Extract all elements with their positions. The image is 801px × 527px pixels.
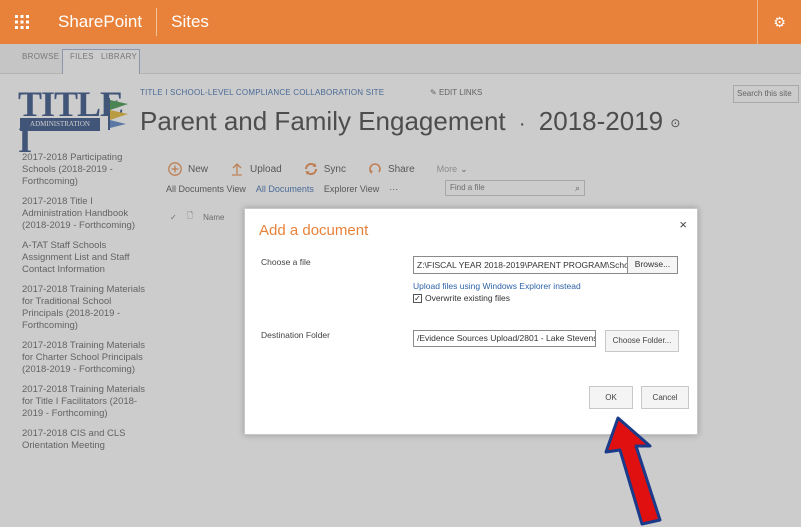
site-search-input[interactable]: Search this site <box>733 85 799 103</box>
sites-link[interactable]: Sites <box>157 12 209 32</box>
upload-button[interactable]: Upload <box>230 162 282 176</box>
nav-item[interactable]: 2017-2018 CIS and CLS Orientation Meetin… <box>22 428 147 452</box>
page-title-year: 2018-2019 <box>538 106 664 136</box>
ribbon: BROWSE FILES LIBRARY <box>0 44 801 74</box>
upload-label: Upload <box>250 163 282 175</box>
overwrite-checkbox[interactable]: ✓ <box>413 293 422 303</box>
close-icon[interactable]: × <box>679 217 687 232</box>
plus-circle-icon <box>168 162 182 176</box>
list-header: ✓ 🗋 Name <box>170 210 234 224</box>
file-path-input[interactable]: Z:\FISCAL YEAR 2018-2019\PARENT PROGRAM\… <box>414 260 627 270</box>
chevron-down-icon: ⌄ <box>460 163 468 174</box>
waffle-grid-icon <box>15 15 29 29</box>
find-file-input[interactable]: Find a file ⌕ <box>445 180 585 196</box>
annotation-arrow-icon <box>604 416 662 526</box>
new-label: New <box>188 163 209 175</box>
edit-links-label: EDIT LINKS <box>438 88 483 97</box>
site-logo[interactable]: TITLE I ADMINISTRATION <box>18 86 128 158</box>
choose-file-label: Choose a file <box>261 257 311 267</box>
document-type-icon: 🗋 <box>186 211 194 220</box>
more-label: More <box>436 164 458 174</box>
sync-icon <box>304 162 318 176</box>
view-all-documents[interactable]: All Documents <box>256 184 314 194</box>
file-chooser: Z:\FISCAL YEAR 2018-2019\PARENT PROGRAM\… <box>413 256 678 274</box>
share-icon <box>368 162 382 176</box>
name-column-header[interactable]: Name <box>203 213 224 222</box>
destination-folder-label: Destination Folder <box>261 330 330 340</box>
dialog-title: Add a document <box>259 222 369 239</box>
add-document-dialog: Add a document × Choose a file Z:\FISCAL… <box>244 208 698 435</box>
sync-label: Sync <box>323 163 346 175</box>
edit-links-button[interactable]: ✎ EDIT LINKS <box>430 88 482 97</box>
sharepoint-brand-link[interactable]: SharePoint <box>44 8 158 36</box>
browse-button[interactable]: Browse... <box>627 257 677 273</box>
search-icon[interactable]: ⌕ <box>575 181 580 195</box>
view-all-documents-view[interactable]: All Documents View <box>166 184 246 194</box>
tab-files[interactable]: FILES <box>70 52 94 61</box>
follow-icon[interactable]: ⊙ <box>670 116 680 130</box>
cancel-button[interactable]: Cancel <box>641 386 689 409</box>
tab-browse[interactable]: BROWSE <box>22 52 59 61</box>
overwrite-option[interactable]: ✓ Overwrite existing files <box>413 293 510 303</box>
nav-item[interactable]: 2017-2018 Training Materials for Title I… <box>22 384 147 420</box>
views-more-ellipsis[interactable]: ··· <box>389 184 398 194</box>
upload-arrow-icon <box>230 162 244 176</box>
nav-item[interactable]: 2017-2018 Training Materials for Charter… <box>22 340 147 376</box>
page-title-text: Parent and Family Engagement <box>140 106 506 136</box>
settings-gear-icon[interactable]: ⚙ <box>757 0 801 44</box>
new-button[interactable]: New <box>168 162 208 176</box>
choose-folder-button[interactable]: Choose Folder... <box>605 330 679 352</box>
select-all-check-icon[interactable]: ✓ <box>170 213 177 222</box>
document-toolbar: New Upload Sync Share More ⌄ <box>168 159 490 179</box>
page-title-separator: · <box>518 113 526 135</box>
nav-item[interactable]: 2017-2018 Title I Administration Handboo… <box>22 196 147 232</box>
site-title-link[interactable]: TITLE I SCHOOL-LEVEL COMPLIANCE COLLABOR… <box>140 88 384 97</box>
logo-subtitle: ADMINISTRATION <box>20 118 100 131</box>
view-explorer[interactable]: Explorer View <box>324 184 379 194</box>
ok-button[interactable]: OK <box>589 386 633 409</box>
more-menu-button[interactable]: More ⌄ <box>437 164 468 175</box>
nav-item[interactable]: 2017-2018 Participating Schools (2018-20… <box>22 152 147 188</box>
logo-flag-icon <box>108 98 128 130</box>
tab-library[interactable]: LIBRARY <box>101 52 137 61</box>
upload-windows-explorer-link[interactable]: Upload files using Windows Explorer inst… <box>413 281 581 291</box>
nav-item[interactable]: A-TAT Staff Schools Assignment List and … <box>22 240 147 276</box>
left-nav: 2017-2018 Participating Schools (2018-20… <box>22 152 147 460</box>
page-title: Parent and Family Engagement · 2018-2019… <box>140 106 680 137</box>
share-label: Share <box>387 163 415 175</box>
pencil-icon: ✎ <box>430 88 437 97</box>
share-button[interactable]: Share <box>368 162 415 176</box>
sync-button[interactable]: Sync <box>304 162 346 176</box>
destination-folder-input[interactable]: /Evidence Sources Upload/2801 - Lake Ste… <box>413 330 596 347</box>
views-bar: All Documents View All Documents Explore… <box>166 181 408 197</box>
nav-item[interactable]: 2017-2018 Training Materials for Traditi… <box>22 284 147 332</box>
find-file-placeholder: Find a file <box>450 183 485 192</box>
overwrite-label: Overwrite existing files <box>425 293 511 303</box>
app-launcher-icon[interactable] <box>0 0 44 44</box>
suite-bar: SharePoint Sites ⚙ <box>0 0 801 44</box>
